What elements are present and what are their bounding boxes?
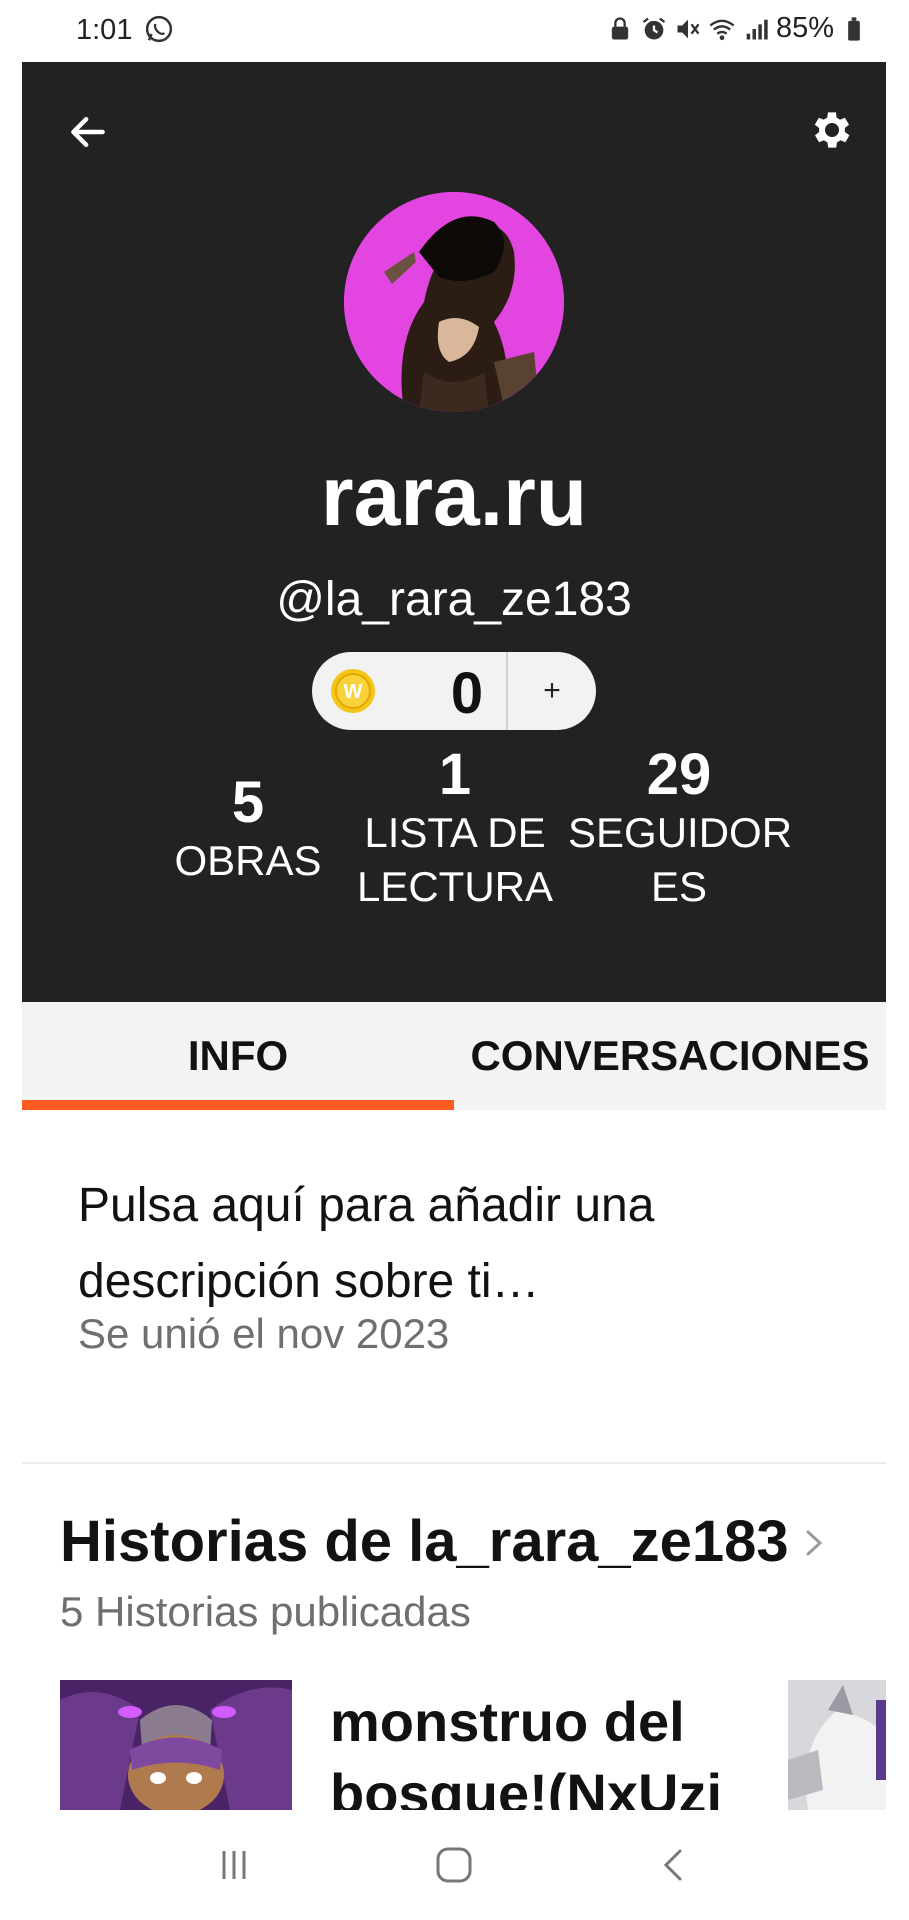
chevron-right-icon[interactable] — [800, 1518, 830, 1568]
wifi-icon — [709, 19, 735, 40]
coin-icon: W — [331, 669, 375, 713]
add-description-line-2: descripción sobre ti… — [78, 1255, 540, 1308]
back-nav-button[interactable] — [634, 1830, 714, 1900]
arrow-left-icon — [71, 116, 105, 148]
stat-reading-list-label-1: LISTA DE — [364, 809, 546, 856]
stories-heading[interactable]: Historias de la_rara_ze183 — [60, 1508, 789, 1575]
active-tab-indicator — [22, 1100, 454, 1110]
add-description-prompt[interactable]: Pulsa aquí para añadir una descripción s… — [78, 1168, 838, 1320]
profile-header: rara.ru @la_rara_ze183 W 0 + 5 OBRAS 1 L… — [22, 62, 886, 1002]
story-cover-1-image — [60, 1680, 292, 1810]
stat-reading-list[interactable]: 1 LISTA DE LECTURA — [340, 744, 570, 914]
about-section: Pulsa aquí para añadir una descripción s… — [22, 1110, 886, 1462]
status-time: 1:01 — [76, 14, 133, 46]
home-icon — [436, 1847, 472, 1883]
mute-icon — [677, 19, 700, 38]
display-name: rara.ru — [320, 449, 588, 543]
stories-count: 5 Historias publicadas — [60, 1588, 471, 1635]
stat-works-label: OBRAS — [174, 837, 322, 884]
app-frame: 1:01 85% rara.ru @la_rara_ze183 W 0 + 5 … — [22, 0, 886, 1920]
story-cover-2-image — [788, 1680, 886, 1810]
story-title-1[interactable]: monstruo del bosque!(NxUzi — [330, 1686, 750, 1810]
signal-icon — [746, 19, 768, 39]
stat-reading-list-number: 1 — [438, 742, 472, 807]
whatsapp-icon — [145, 15, 173, 43]
stat-followers-label-2: ES — [650, 863, 708, 910]
tab-info[interactable]: INFO — [22, 1002, 454, 1110]
stat-followers-label-1: SEGUIDOR — [568, 809, 793, 856]
stat-followers[interactable]: 29 SEGUIDOR ES — [568, 742, 793, 914]
tab-conversations[interactable]: CONVERSACIONES — [454, 1002, 886, 1110]
system-nav-bar — [22, 1810, 886, 1920]
coin-letter: W — [344, 681, 363, 703]
stat-followers-number: 29 — [646, 742, 712, 807]
story-title-1-line-1: monstruo del — [330, 1690, 685, 1753]
status-bar: 1:01 85% — [22, 0, 886, 62]
avatar[interactable] — [344, 192, 564, 412]
story-title-1-line-2: bosque!(NxUzi — [330, 1762, 722, 1810]
username-handle: @la_rara_ze183 — [276, 573, 632, 626]
stat-works-number: 5 — [231, 770, 265, 835]
stat-works[interactable]: 5 OBRAS — [138, 772, 358, 888]
add-coins-button[interactable]: + — [508, 652, 596, 730]
add-description-line-1: Pulsa aquí para añadir una — [78, 1179, 655, 1232]
gear-icon — [814, 112, 850, 148]
back-button[interactable] — [60, 104, 116, 160]
joined-date: Se unió el nov 2023 — [78, 1310, 450, 1357]
story-cover-1[interactable] — [60, 1680, 292, 1810]
avatar-image — [344, 192, 564, 412]
battery-icon — [848, 16, 860, 41]
status-icons: 85% — [606, 12, 868, 45]
lock-icon — [611, 16, 629, 39]
story-cover-2[interactable] — [788, 1680, 886, 1810]
recents-icon — [222, 1851, 246, 1879]
back-nav-icon — [663, 1849, 682, 1881]
settings-button[interactable] — [802, 100, 862, 160]
profile-tabs: INFO CONVERSACIONES — [22, 1002, 886, 1110]
coins-pill[interactable]: W 0 + — [312, 652, 596, 730]
battery-percent: 85% — [775, 12, 834, 44]
recents-button[interactable] — [194, 1830, 274, 1900]
home-button[interactable] — [414, 1830, 494, 1900]
stat-reading-list-label-2: LECTURA — [356, 863, 554, 910]
section-divider — [22, 1462, 886, 1464]
alarm-icon — [642, 17, 666, 39]
